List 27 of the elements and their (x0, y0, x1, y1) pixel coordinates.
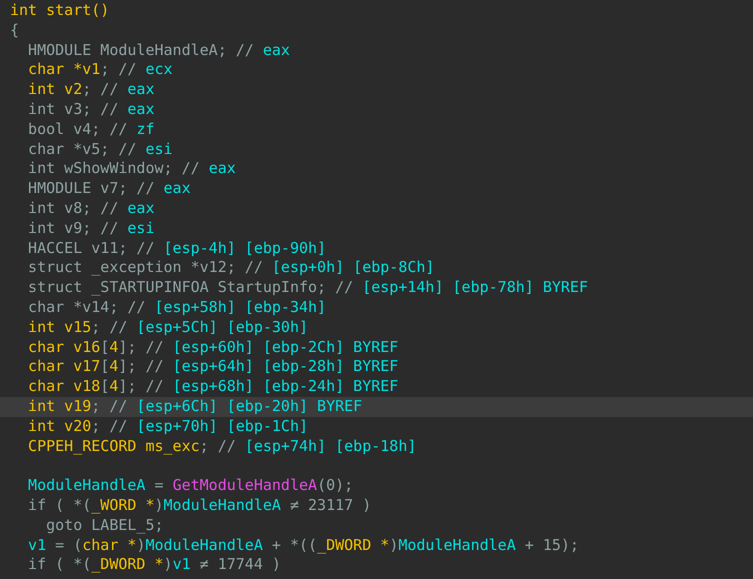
code-line: int v9; // esi (27, 218, 156, 239)
code-line: HACCEL v11; // [esp-4h] [ebp-90h] (27, 238, 328, 258)
code-line: goto LABEL_5; (45, 516, 165, 536)
code-line: char v16[4]; // [esp+60h] [ebp-2Ch] BYREF (27, 338, 400, 358)
code-line: if ( *(_DWORD *)v1 ≠ 17744 ) (27, 555, 282, 576)
code-line: CPPEH_RECORD ms_exc; // [esp+74h] [ebp-18h] (27, 436, 418, 456)
code-line: char *v14; // [esp+58h] [ebp-34h] (27, 298, 328, 318)
code-line: char *v5; // esi (27, 140, 174, 160)
code-line: char v18[4]; // [esp+68h] [ebp-24h] BYREF (27, 377, 400, 397)
code-line: char *v1; // ecx (27, 60, 174, 80)
code-line: struct _exception *v12; // [esp+0h] [ebp-8Ch] (27, 258, 436, 278)
code-line: bool v4; // zf (27, 120, 156, 140)
code-line: { (9, 20, 20, 41)
code-line: if ( *(_WORD *)ModuleHandleA ≠ 23117 ) (27, 496, 372, 516)
code-line: v1 = (char *)ModuleHandleA + *((_DWORD *)ModuleHandleA + 15); (27, 536, 580, 556)
code-line: HMODULE ModuleHandleA; // eax (27, 40, 291, 60)
code-line: int v3; // eax (27, 100, 156, 120)
code-line: int v2; // eax (27, 80, 156, 100)
code-line: HMODULE v7; // eax (27, 179, 192, 199)
code-line: ModuleHandleA = GetModuleHandleA(0); (27, 476, 354, 496)
code-line: int start() (9, 1, 110, 21)
code-line: char v17[4]; // [esp+64h] [ebp-28h] BYREF (27, 357, 400, 378)
code-line: int wShowWindow; // eax (27, 159, 237, 180)
code-line: int v20; // [esp+70h] [ebp-1Ch] (27, 416, 310, 437)
code-line: int v15; // [esp+5Ch] [ebp-30h] (27, 318, 310, 338)
code-line: struct _STARTUPINFOA StartupInfo; // [esp+14h] [ebp-78h] BYREF (27, 278, 589, 298)
code-line: int v8; // eax (27, 198, 156, 219)
